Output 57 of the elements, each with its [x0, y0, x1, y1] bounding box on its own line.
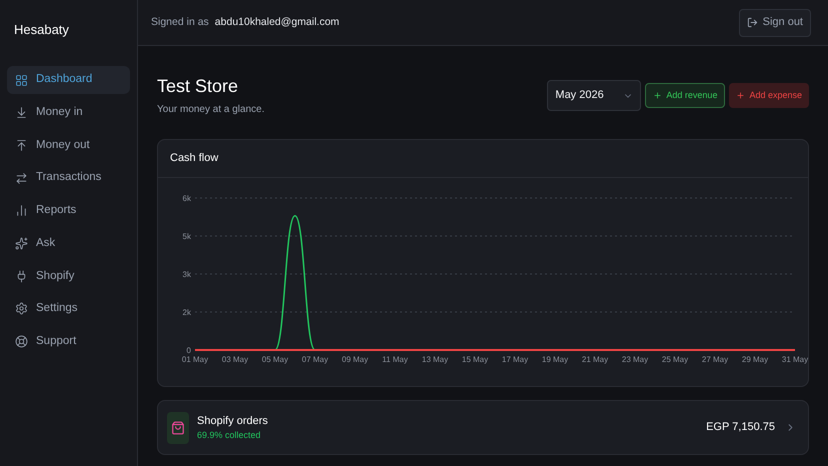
x-tick-label: 25 May [662, 355, 688, 364]
sidebar-item[interactable]: Support [7, 328, 130, 356]
sidebar-item[interactable]: Money in [7, 98, 130, 127]
add-expense-button[interactable]: Add expense [729, 83, 809, 108]
plus-icon [653, 91, 662, 100]
x-tick-label: 07 May [302, 355, 328, 364]
plug-icon [15, 270, 28, 283]
y-tick-label: 0 [186, 346, 191, 355]
user-email: abdu10khaled@gmail.com [214, 14, 340, 30]
sidebar-item[interactable]: Settings [7, 294, 130, 323]
collected-percentage: 69.9% collected [197, 429, 262, 442]
x-tick-label: 27 May [702, 355, 728, 364]
sparkles-icon [15, 236, 28, 250]
arrows-icon [15, 172, 28, 185]
x-tick-label: 15 May [462, 355, 488, 364]
sidebar-item[interactable]: Ask [7, 229, 130, 258]
page-subtitle: Your money at a glance. [157, 103, 264, 117]
sidebar-item[interactable]: Shopify [7, 262, 130, 290]
x-tick-label: 21 May [582, 355, 608, 364]
y-tick-label: 5k [182, 232, 191, 241]
order-amount: EGP 7,150.75 [706, 420, 775, 436]
x-tick-label: 11 May [382, 355, 408, 364]
shopify-orders-card[interactable]: Shopify orders 69.9% collected EGP 7,150.75 [157, 400, 809, 455]
y-tick-label: 3k [182, 270, 191, 279]
bar-chart-icon [15, 204, 28, 218]
x-tick-label: 05 May [262, 355, 288, 364]
sidebar-item[interactable]: Dashboard [7, 66, 130, 94]
x-tick-label: 23 May [622, 355, 648, 364]
x-tick-label: 17 May [502, 355, 528, 364]
plus-icon [736, 91, 746, 100]
sidebar-item[interactable]: Reports [7, 196, 130, 225]
page-title: Test Store [157, 75, 240, 97]
sidebar-item[interactable]: Money out [7, 131, 130, 160]
sign-out-button[interactable]: Sign out [738, 8, 811, 36]
sidebar-item[interactable]: Transactions [7, 164, 130, 192]
logout-icon [746, 17, 758, 28]
x-tick-label: 29 May [742, 355, 768, 364]
card-title: Cash flow [170, 151, 218, 166]
add-revenue-button[interactable]: Add revenue [645, 83, 726, 108]
y-tick-label: 6k [182, 194, 191, 203]
x-tick-label: 13 May [422, 355, 448, 364]
month-select[interactable]: May 2026 [547, 80, 642, 111]
app-name: Hesabaty [13, 21, 70, 40]
x-tick-label: 31 May [782, 355, 808, 364]
x-tick-label: 01 May [182, 355, 208, 364]
card-title: Shopify orders [197, 414, 268, 428]
shopping-bag-icon [171, 420, 185, 434]
x-tick-label: 03 May [222, 355, 248, 364]
signed-in-label: Signed in as [151, 14, 209, 30]
y-tick-label: 2k [182, 308, 191, 317]
download-icon [15, 106, 28, 120]
x-tick-label: 19 May [542, 355, 568, 364]
upload-icon [15, 138, 28, 152]
x-tick-label: 09 May [342, 355, 368, 364]
settings-icon [15, 302, 28, 316]
lifebuoy-icon [15, 335, 28, 348]
grid-icon [15, 74, 28, 86]
